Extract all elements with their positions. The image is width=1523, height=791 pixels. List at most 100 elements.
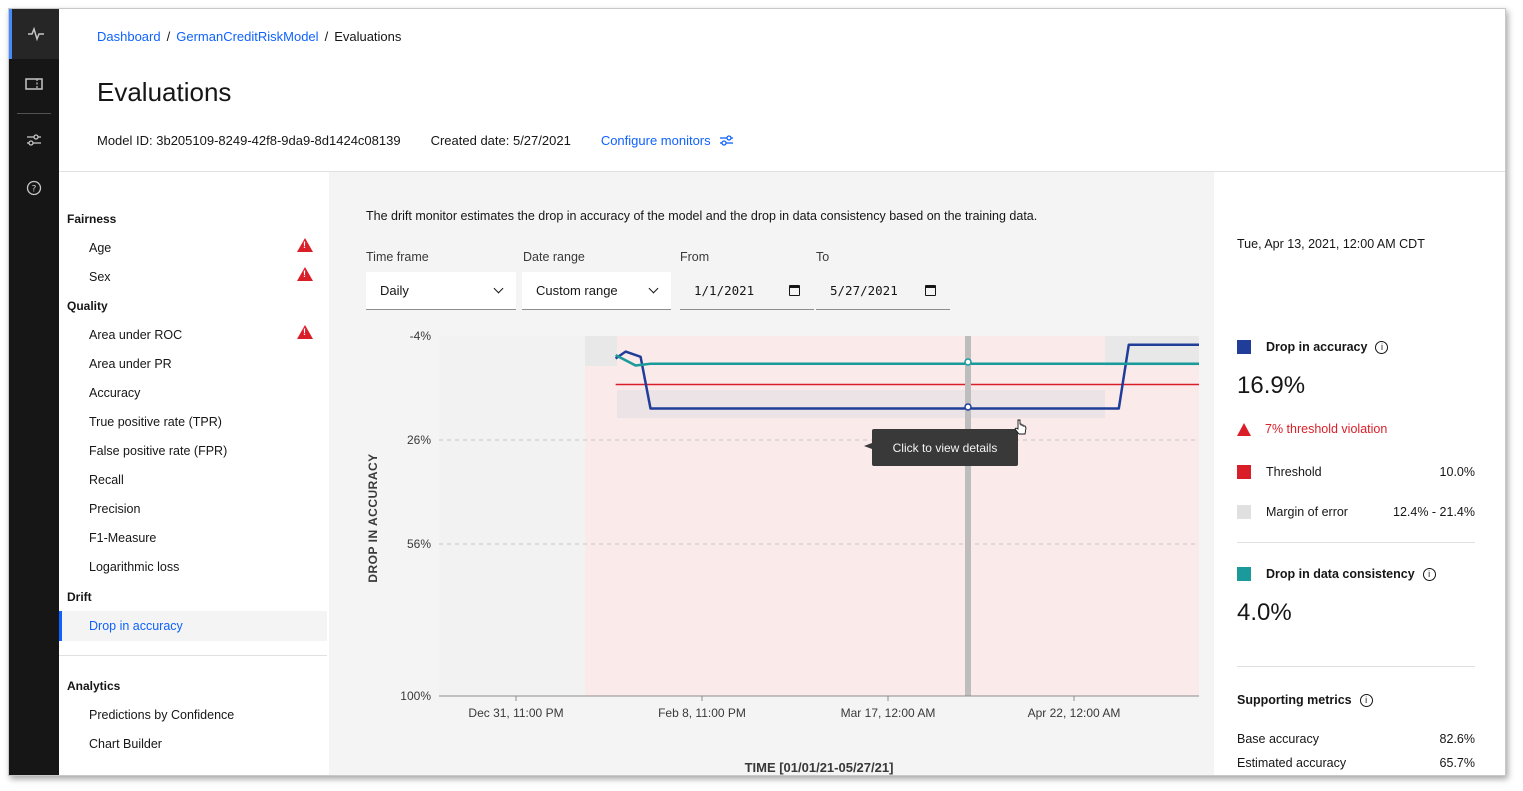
base-accuracy-label: Base accuracy bbox=[1237, 732, 1319, 746]
x-tick-label: Mar 17, 12:00 AM bbox=[841, 706, 936, 720]
consistency-value: 4.0% bbox=[1237, 599, 1292, 626]
breadcrumb-dashboard[interactable]: Dashboard bbox=[97, 29, 161, 44]
drift-panel: The drift monitor estimates the drop in … bbox=[329, 172, 1214, 775]
y-tick-label: 56% bbox=[407, 537, 431, 551]
sidenav-item-auroc[interactable]: Area under ROC bbox=[89, 328, 182, 342]
settings-adjust-icon bbox=[719, 135, 733, 146]
sidenav-item-chart-builder[interactable]: Chart Builder bbox=[89, 737, 162, 751]
estimated-accuracy-label: Estimated accuracy bbox=[1237, 756, 1347, 770]
x-axis-label: TIME [01/01/21-05/27/21] bbox=[745, 760, 894, 775]
date-range-label: Date range bbox=[523, 250, 585, 264]
page-title: Evaluations bbox=[97, 77, 232, 107]
panel-divider bbox=[1237, 542, 1475, 543]
info-icon[interactable]: i bbox=[1359, 693, 1373, 707]
hover-line bbox=[965, 336, 971, 696]
group-fairness: Fairness bbox=[67, 212, 117, 226]
breadcrumb-model[interactable]: GermanCreditRiskModel bbox=[176, 29, 318, 44]
group-drift: Drift bbox=[67, 590, 92, 604]
to-label: To bbox=[816, 250, 830, 264]
margin-band bbox=[585, 336, 617, 366]
threshold-row: Threshold 10.0% bbox=[1237, 465, 1475, 479]
margin-band bbox=[617, 390, 1105, 418]
breadcrumb-separator: / bbox=[166, 29, 171, 44]
hover-point-accuracy[interactable] bbox=[964, 403, 972, 411]
details-panel: Tue, Apr 13, 2021, 12:00 AM CDT Drop in … bbox=[1214, 172, 1505, 775]
margin-label: Margin of error bbox=[1266, 505, 1348, 519]
hover-point-consistency[interactable] bbox=[964, 358, 972, 366]
sidenav-item-predictions-by-confidence[interactable]: Predictions by Confidence bbox=[89, 708, 234, 722]
sidenav-item-tpr[interactable]: True positive rate (TPR) bbox=[89, 415, 222, 429]
y-tick-label: -4% bbox=[410, 329, 432, 343]
tooltip-text: Click to view details bbox=[893, 441, 998, 455]
threshold-label: Threshold bbox=[1266, 465, 1322, 479]
info-icon[interactable]: i bbox=[1422, 567, 1436, 581]
warning-icon bbox=[297, 267, 313, 281]
sidenav-item-age[interactable]: Age bbox=[89, 241, 111, 255]
margin-value: 12.4% - 21.4% bbox=[1393, 505, 1475, 519]
group-quality: Quality bbox=[67, 299, 108, 313]
sidenav-item-accuracy[interactable]: Accuracy bbox=[89, 386, 140, 400]
from-label: From bbox=[680, 250, 710, 264]
accuracy-header: Drop in accuracy i bbox=[1237, 340, 1475, 354]
breadcrumb-separator: / bbox=[324, 29, 329, 44]
time-frame-select[interactable]: Daily bbox=[366, 272, 516, 310]
help-icon[interactable]: ? bbox=[9, 163, 59, 213]
sidenav-item-drop-in-accuracy-label: Drop in accuracy bbox=[89, 619, 183, 633]
settings-adjust-icon[interactable] bbox=[9, 115, 59, 165]
created-date: Created date: 5/27/2021 bbox=[430, 133, 571, 148]
margin-band bbox=[1105, 336, 1199, 366]
metrics-sidenav: Fairness Age Sex Quality Area under ROC … bbox=[59, 172, 329, 775]
y-axis-ticks: -4% 26% 56% 100% bbox=[400, 329, 431, 703]
to-date-input[interactable]: 5/27/2021 bbox=[816, 272, 950, 310]
estimated-accuracy-value: 65.7% bbox=[1439, 756, 1475, 770]
activity-icon[interactable] bbox=[9, 9, 59, 59]
margin-swatch bbox=[1237, 505, 1251, 519]
sidenav-item-recall[interactable]: Recall bbox=[89, 473, 124, 487]
sidenav-item-fpr[interactable]: False positive rate (FPR) bbox=[89, 444, 227, 458]
sidenav-item-sex[interactable]: Sex bbox=[89, 270, 111, 284]
from-date-value: 1/1/2021 bbox=[694, 283, 755, 298]
y-tick-label: 100% bbox=[400, 689, 431, 703]
consistency-label: Drop in data consistency bbox=[1266, 567, 1415, 581]
chevron-down-icon bbox=[648, 283, 659, 294]
tooltip: Click to view details bbox=[864, 429, 1018, 466]
selected-timestamp: Tue, Apr 13, 2021, 12:00 AM CDT bbox=[1237, 237, 1425, 251]
supporting-label: Supporting metrics bbox=[1237, 693, 1352, 707]
chevron-down-icon bbox=[493, 283, 504, 294]
svg-text:?: ? bbox=[32, 185, 37, 195]
from-date-input[interactable]: 1/1/2021 bbox=[680, 272, 814, 310]
configure-monitors-label: Configure monitors bbox=[600, 133, 711, 148]
sidenav-item-precision[interactable]: Precision bbox=[89, 502, 140, 516]
page-header: Dashboard / GermanCreditRiskModel / Evaluati… bbox=[59, 9, 1505, 172]
ticket-icon[interactable] bbox=[9, 59, 59, 109]
panel-divider bbox=[1237, 666, 1475, 667]
calendar-icon bbox=[789, 285, 800, 296]
sidenav-divider bbox=[59, 655, 327, 656]
supporting-header: Supporting metrics i bbox=[1237, 693, 1475, 707]
x-tick-label: Apr 22, 12:00 AM bbox=[1028, 706, 1121, 720]
model-meta: Model ID: 3b205109-8249-42f8-9da9-8d1424… bbox=[97, 133, 734, 148]
time-frame-value: Daily bbox=[380, 283, 409, 298]
app-window: ? Dashboard / GermanCreditRiskModel / Evalua… bbox=[8, 8, 1506, 776]
estimated-accuracy-row: Estimated accuracy 65.7% bbox=[1237, 756, 1475, 770]
sidenav-item-f1[interactable]: F1-Measure bbox=[89, 531, 156, 545]
warning-icon bbox=[1237, 422, 1251, 436]
group-analytics: Analytics bbox=[67, 679, 121, 693]
date-range-select[interactable]: Custom range bbox=[522, 272, 671, 310]
rail-divider bbox=[17, 113, 51, 114]
threshold-violation: 7% threshold violation bbox=[1237, 422, 1475, 436]
info-icon[interactable]: i bbox=[1375, 340, 1389, 354]
x-tick-label: Feb 8, 11:00 PM bbox=[658, 706, 746, 720]
configure-monitors-link[interactable]: Configure monitors bbox=[601, 133, 734, 148]
warning-icon bbox=[297, 325, 313, 339]
y-tick-label: 26% bbox=[407, 433, 431, 447]
threshold-swatch bbox=[1237, 465, 1251, 479]
accuracy-label: Drop in accuracy bbox=[1266, 340, 1368, 354]
left-rail: ? bbox=[9, 9, 59, 775]
sidenav-item-logloss[interactable]: Logarithmic loss bbox=[89, 560, 179, 574]
sidenav-item-aupr[interactable]: Area under PR bbox=[89, 357, 172, 371]
drift-description: The drift monitor estimates the drop in … bbox=[366, 209, 1038, 223]
x-axis-ticks: Dec 31, 11:00 PM Feb 8, 11:00 PM Mar 17, 1… bbox=[468, 696, 1120, 720]
drift-chart[interactable]: -4% 26% 56% 100% Dec 31, 11:00 PM Feb 8, 11:… bbox=[329, 322, 1214, 776]
margin-row: Margin of error 12.4% - 21.4% bbox=[1237, 505, 1475, 519]
